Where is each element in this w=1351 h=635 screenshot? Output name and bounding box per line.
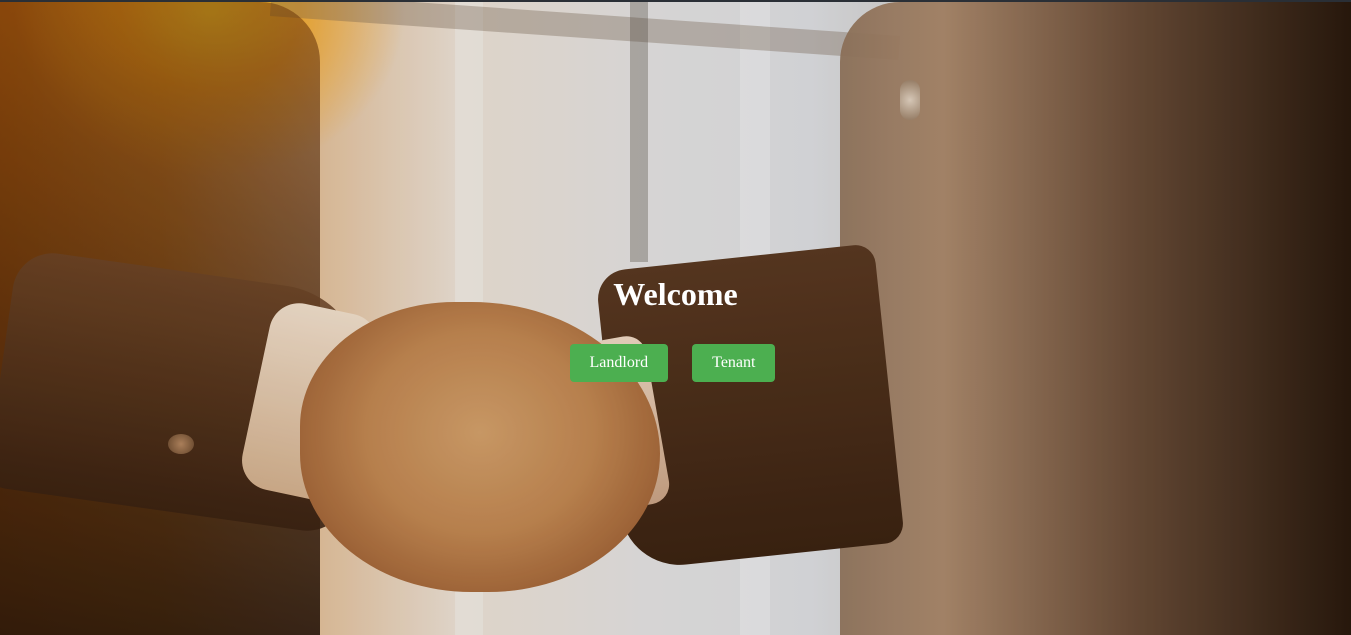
role-button-group: Landlord Tenant bbox=[0, 344, 1351, 382]
hero-section: Welcome Landlord Tenant bbox=[0, 0, 1351, 635]
tenant-button[interactable]: Tenant bbox=[692, 344, 776, 382]
welcome-title: Welcome bbox=[613, 276, 738, 312]
hero-content: Welcome Landlord Tenant bbox=[0, 2, 1351, 635]
landlord-button[interactable]: Landlord bbox=[569, 344, 669, 382]
